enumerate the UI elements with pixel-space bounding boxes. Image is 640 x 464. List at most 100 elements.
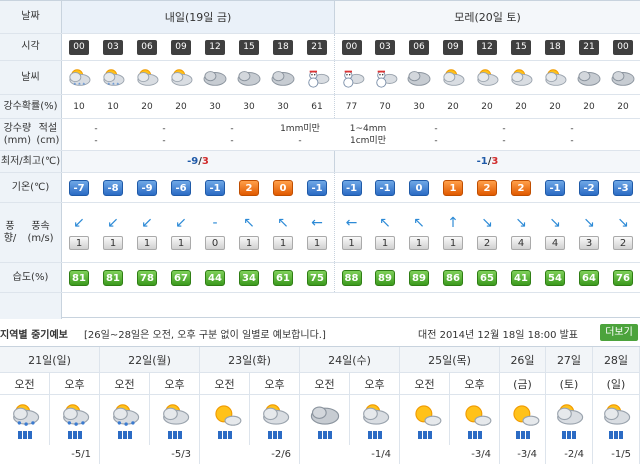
wind-speed: 2	[613, 235, 633, 250]
wind-arrow-icon: -	[212, 214, 218, 231]
precip-bars	[417, 431, 432, 439]
wind-arrow-icon: ↘	[549, 214, 561, 231]
cell-humidity-6: 61	[266, 263, 300, 292]
wind-arrow-icon: ↖	[243, 214, 255, 231]
time-badge: 18	[273, 39, 293, 55]
partly-cloudy-icon	[133, 67, 161, 89]
temp-badge: -9	[137, 179, 157, 196]
precip-bars	[367, 431, 382, 439]
cell-time-11: 09	[436, 34, 470, 60]
cell-wind-4: -0	[198, 203, 232, 262]
row-minmax: 최저/최고(℃) -9/3 -1/3	[0, 151, 640, 173]
weekly-am-1: 오전	[100, 373, 150, 395]
sunny-icon	[506, 401, 540, 429]
weekly-sub-5: (금)	[500, 373, 546, 395]
temp-badge: 2	[511, 179, 531, 196]
cell-humidity-5: 34	[232, 263, 266, 292]
cell-time-13: 15	[504, 34, 538, 60]
wind-arrow-icon: ←	[311, 214, 323, 231]
wind-arrow-icon: ↙	[107, 214, 119, 231]
wind-speed: 1	[341, 235, 362, 250]
precip-2: --	[198, 119, 266, 150]
wind-arrow-icon: ↖	[413, 214, 425, 231]
cell-pop-1: 10	[107, 101, 119, 112]
weekly-temp-1: -5/3	[100, 445, 200, 464]
sunny-icon	[408, 401, 442, 429]
weekly-cell	[350, 395, 400, 445]
weekly-issued-time: 대전 2014년 12월 18일 18:00 발표	[418, 330, 579, 341]
wind-speed: 1	[443, 235, 463, 250]
cell-time-6: 18	[266, 34, 300, 60]
cell-weather-9	[368, 61, 402, 94]
weekly-cell	[400, 395, 450, 445]
wind-speed: 1	[409, 235, 429, 250]
row-time: 시각 00 03 06 09 12 15 18 21 00 03 06 09 12 15 18 21 00	[0, 34, 640, 61]
cell-wind-5: ↖ 1	[232, 203, 266, 262]
cell-temp-15: -2	[572, 173, 606, 202]
cell-humidity-0: 81	[62, 263, 96, 292]
time-badge: 00	[69, 39, 89, 55]
snow-value: -	[434, 135, 438, 146]
weekly-am-2: 오전	[200, 373, 250, 395]
snow-value: -	[570, 135, 574, 146]
snow-value: -	[162, 135, 166, 146]
weekly-cell	[50, 395, 100, 445]
time-badge: 09	[171, 39, 191, 55]
precip-bars	[609, 431, 623, 439]
weekly-pm-2: 오후	[250, 373, 300, 395]
partly-cloudy-icon	[552, 401, 586, 429]
label-wind-1: 풍향/	[3, 220, 17, 244]
precip-bars	[467, 431, 482, 439]
cell-wind-13: ↘ 4	[504, 203, 538, 262]
wind-speed: 1	[239, 235, 259, 250]
cell-wind-16: ↘ 2	[606, 203, 640, 262]
cell-wind-14: ↘ 4	[538, 203, 572, 262]
temp-badge: -6	[171, 179, 191, 196]
wind-speed: 4	[545, 235, 565, 250]
partly-cloudy-icon	[167, 67, 195, 89]
snowman-icon	[303, 67, 331, 89]
snow-value: -	[94, 135, 98, 146]
time-badge: 15	[239, 39, 259, 55]
more-button[interactable]: 더보기	[600, 324, 638, 341]
cell-weather-11	[436, 61, 470, 94]
weekly-temp-5: -3/4	[500, 445, 546, 464]
cell-weather-8	[334, 61, 368, 94]
weekly-cell	[0, 395, 50, 445]
weekly-day-1: 22일(월)	[100, 347, 200, 373]
humidity-badge: 65	[477, 269, 497, 286]
humidity-badge: 81	[103, 269, 123, 286]
minmax-0: -9/3	[187, 156, 209, 167]
temp-badge: -7	[69, 179, 89, 196]
cell-pop-13: 20	[515, 101, 527, 112]
cell-temp-11: 1	[436, 173, 470, 202]
cloudy-icon	[405, 67, 433, 89]
cell-humidity-7: 75	[300, 263, 334, 292]
cell-pop-4: 30	[209, 101, 221, 112]
weekly-day-6: 27일	[546, 347, 593, 373]
time-badge: 06	[409, 39, 429, 55]
wind-speed: 2	[477, 235, 497, 250]
wind-speed: 1	[307, 235, 327, 250]
row-date: 날짜 내일(19일 금) 모레(20일 토)	[0, 1, 640, 34]
cell-weather-10	[402, 61, 436, 94]
wind-speed: 0	[205, 235, 225, 250]
cell-time-10: 06	[402, 34, 436, 60]
cell-weather-3	[164, 61, 198, 94]
max-temp: 3	[201, 156, 209, 167]
cell-humidity-10: 89	[402, 263, 436, 292]
precip-bars	[217, 431, 232, 439]
cell-temp-1: -8	[96, 173, 130, 202]
weekly-cell	[450, 395, 500, 445]
cell-temp-4: -1	[198, 173, 232, 202]
precip-bars	[515, 431, 530, 439]
cloudy-icon	[575, 67, 603, 89]
humidity-badge: 61	[273, 269, 293, 286]
weekly-temp-4: -3/4	[400, 445, 500, 464]
cells-temp: -7 -8 -9 -6 -1 2 0 -1 -1 -1 0 1 2 2 -1 -2 -3	[62, 173, 640, 202]
svg-text:* * *: * * *	[108, 82, 120, 88]
cell-pop-0: 10	[73, 101, 85, 112]
temp-badge: -1	[545, 179, 565, 196]
temp-badge: -3	[613, 179, 633, 196]
humidity-badge: 89	[375, 269, 395, 286]
